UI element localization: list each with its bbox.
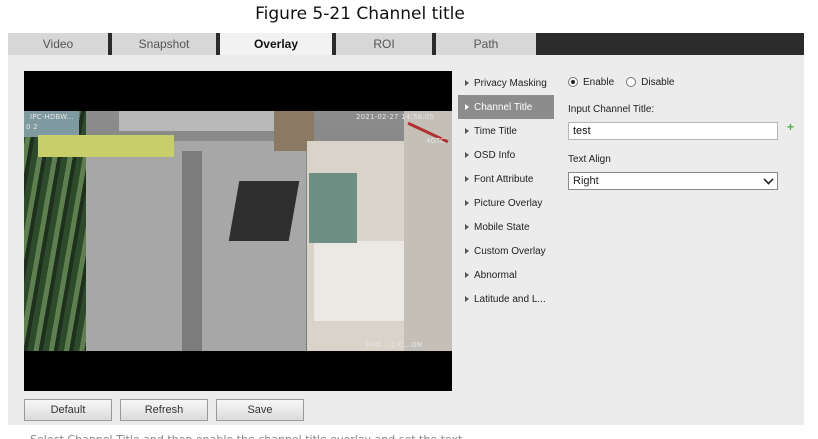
- video-preview[interactable]: IPC-HDBW... 0 2 2021-02-27 14:58:05 4GTC…: [24, 71, 452, 391]
- disable-radio[interactable]: [626, 77, 637, 87]
- bottom-osd: Fridl... 1-C...ON: [366, 341, 423, 349]
- caret-right-icon: [465, 128, 469, 134]
- menu-item-custom-overlay[interactable]: Custom Overlay: [458, 239, 554, 263]
- enable-label: Enable: [583, 76, 615, 88]
- channel-title-input[interactable]: [568, 122, 778, 140]
- menu-item-privacy-masking[interactable]: Privacy Masking: [458, 71, 554, 95]
- time-title-osd: 2021-02-27 14:58:05: [356, 113, 435, 121]
- menu-item-osd-info[interactable]: OSD Info: [458, 143, 554, 167]
- channel-title-label: Input Channel Title:: [568, 104, 655, 115]
- menu-item-abnormal[interactable]: Abnormal: [458, 263, 554, 287]
- text-align-value: Right: [573, 175, 599, 187]
- default-button[interactable]: Default: [24, 399, 112, 421]
- chevron-down-icon: [763, 174, 774, 185]
- caret-right-icon: [465, 104, 469, 110]
- pipe-area: [182, 151, 202, 351]
- enable-radio-group: Enable Disable: [568, 74, 798, 90]
- caret-right-icon: [465, 176, 469, 182]
- menu-item-mobile-state[interactable]: Mobile State: [458, 215, 554, 239]
- caret-right-icon: [465, 272, 469, 278]
- tab-overlay[interactable]: Overlay: [220, 33, 332, 55]
- save-button[interactable]: Save: [216, 399, 304, 421]
- menu-item-latitude-longitude[interactable]: Latitude and L...: [458, 287, 554, 311]
- wall-right-area: [404, 111, 452, 351]
- menu-item-channel-title[interactable]: Channel Title: [458, 95, 554, 119]
- overlay-menu: Privacy Masking Channel Title Time Title…: [458, 71, 554, 311]
- right-osd: 4GTC: [426, 137, 446, 145]
- box-area: [314, 241, 406, 321]
- tab-path[interactable]: Path: [436, 33, 536, 55]
- osd-highlight-box: [38, 135, 174, 157]
- menu-item-font-attribute[interactable]: Font Attribute: [458, 167, 554, 191]
- enable-radio[interactable]: [568, 77, 578, 87]
- tab-video[interactable]: Video: [8, 33, 108, 55]
- side-osd: 0 2: [26, 123, 38, 131]
- text-align-label: Text Align: [568, 154, 611, 165]
- caret-right-icon: [465, 200, 469, 206]
- caret-right-icon: [465, 224, 469, 230]
- action-buttons: Default Refresh Save: [24, 399, 304, 421]
- tab-roi[interactable]: ROI: [336, 33, 432, 55]
- channel-title-osd: IPC-HDBW...: [30, 113, 74, 121]
- text-align-select[interactable]: Right: [568, 172, 778, 190]
- menu-item-picture-overlay[interactable]: Picture Overlay: [458, 191, 554, 215]
- menu-item-time-title[interactable]: Time Title: [458, 119, 554, 143]
- caret-right-icon: [465, 152, 469, 158]
- tab-snapshot[interactable]: Snapshot: [112, 33, 216, 55]
- channel-title-form: Enable Disable Input Channel Title: + Te…: [568, 74, 798, 190]
- caret-right-icon: [465, 296, 469, 302]
- tab-bar: Video Snapshot Overlay ROI Path: [8, 33, 804, 55]
- refresh-button[interactable]: Refresh: [120, 399, 208, 421]
- body-text: Select Channel Title and then enable the…: [30, 430, 810, 439]
- figure-caption: Figure 5-21 Channel title: [255, 4, 465, 24]
- beam-area: [119, 111, 279, 131]
- sign-area: [309, 173, 357, 243]
- caret-right-icon: [465, 80, 469, 86]
- caret-right-icon: [465, 248, 469, 254]
- camera-image: [24, 111, 452, 351]
- shadow-area: [228, 181, 300, 241]
- disable-label: Disable: [641, 76, 675, 88]
- plus-icon[interactable]: +: [787, 120, 794, 134]
